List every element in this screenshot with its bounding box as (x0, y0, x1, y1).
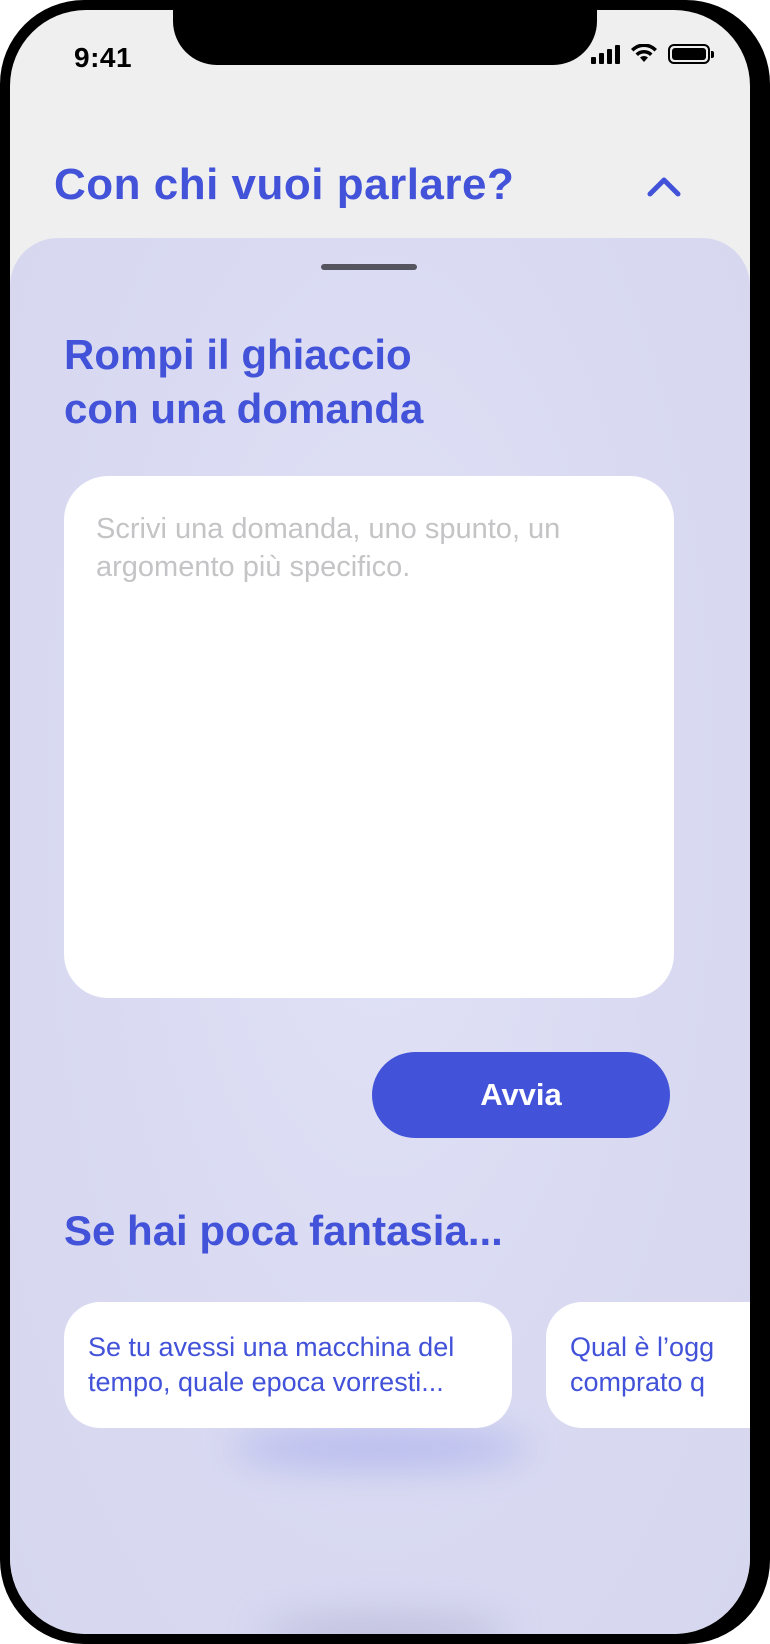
cellular-signal-icon (591, 44, 620, 64)
suggestions-carousel[interactable]: Se tu avessi una macchina del tempo, qua… (64, 1302, 750, 1428)
question-placeholder: Scrivi una domanda, uno spunto, un argom… (96, 513, 561, 583)
section-heading-line1: Rompi il ghiaccio (64, 331, 412, 378)
suggestion-card[interactable]: Qual è l’ogg comprato q (546, 1302, 750, 1428)
battery-icon (668, 44, 714, 64)
suggestion-text-line2: comprato q (570, 1367, 706, 1397)
suggestion-text-line2: tempo, quale epoca vorresti... (88, 1367, 444, 1397)
suggestion-text-line1: Qual è l’ogg (570, 1332, 715, 1362)
suggestion-text-line1: Se tu avessi una macchina del (88, 1332, 455, 1362)
status-icons (591, 44, 714, 64)
phone-frame: 9:41 Con chi vuoi parlare? Rompi il ghia… (0, 0, 770, 1644)
suggestion-card[interactable]: Se tu avessi una macchina del tempo, qua… (64, 1302, 512, 1428)
start-button[interactable]: Avvia (372, 1052, 670, 1138)
status-time: 9:41 (74, 42, 133, 73)
chevron-up-icon[interactable] (646, 174, 682, 198)
card-shadow (230, 1428, 530, 1468)
suggestions-heading: Se hai poca fantasia... (64, 1207, 503, 1254)
screen: 9:41 Con chi vuoi parlare? Rompi il ghia… (10, 10, 750, 1634)
home-indicator-shadow (260, 1613, 510, 1634)
notch (173, 10, 597, 65)
wifi-icon (631, 44, 657, 62)
sheet-grabber[interactable] (321, 264, 417, 270)
bottom-sheet: Rompi il ghiaccio con una domanda Scrivi… (10, 238, 750, 1634)
section-heading-line2: con una domanda (64, 385, 424, 432)
question-input[interactable]: Scrivi una domanda, uno spunto, un argom… (64, 476, 674, 998)
page-title: Con chi vuoi parlare? (54, 160, 515, 209)
